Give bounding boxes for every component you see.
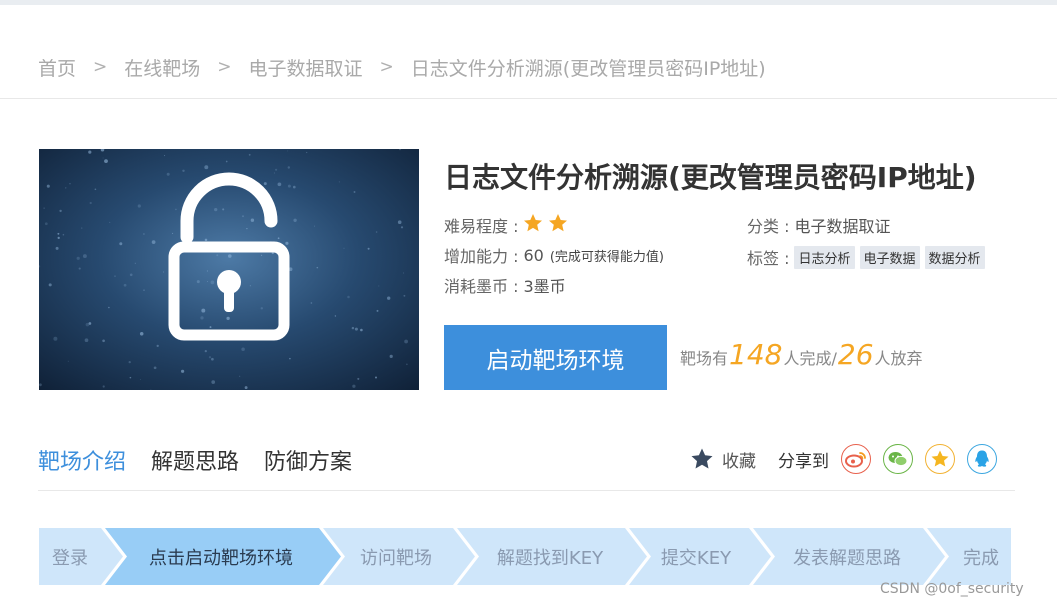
breadcrumb-current: 日志文件分析溯源(更改管理员密码IP地址): [410, 57, 766, 80]
content-tabs: 靶场介绍 解题思路 防御方案: [38, 444, 377, 476]
breadcrumb-home[interactable]: 首页: [38, 54, 76, 81]
wechat-icon[interactable]: [883, 444, 913, 474]
completion-stats: 靶场有 148 人完成/ 26 人放弃: [680, 338, 923, 378]
tag-item[interactable]: 日志分析: [794, 245, 855, 269]
difficulty-label: 难易程度 :: [444, 217, 519, 236]
difficulty-stars: [518, 213, 568, 237]
step-login: 登录: [52, 547, 88, 569]
share-actions: 收藏 分享到: [690, 440, 999, 478]
tags-row: 标签 : 日志分析 电子数据 数据分析: [747, 245, 985, 269]
ability-note: (完成可获得能力值): [549, 249, 664, 265]
difficulty-row: 难易程度 :: [444, 213, 568, 237]
category-row: 分类 : 电子数据取证: [747, 213, 891, 237]
weibo-icon[interactable]: [841, 444, 871, 474]
breadcrumb-category[interactable]: 电子数据取证: [249, 54, 363, 81]
completed-count: 148: [729, 338, 783, 371]
step-post-solution: 发表解题思路: [793, 547, 901, 569]
stats-prefix: 靶场有: [680, 349, 729, 368]
star-icon: [691, 448, 713, 469]
difficulty-star-icon: [549, 214, 568, 232]
tag-item[interactable]: 数据分析: [924, 245, 985, 269]
favorite-label: 收藏: [722, 451, 756, 472]
csdn-watermark: CSDN @0of_security: [880, 581, 1024, 597]
tab-solution-ideas[interactable]: 解题思路: [151, 444, 239, 476]
cost-value: 3墨币: [523, 277, 566, 296]
category-value: 电子数据取证: [794, 217, 891, 236]
breadcrumb: 首页 > 在线靶场 > 电子数据取证 > 日志文件分析溯源(更改管理员密码IP地…: [38, 52, 766, 82]
qzone-icon[interactable]: [925, 444, 955, 474]
breadcrumb-online-range[interactable]: 在线靶场: [124, 54, 200, 81]
share-label: 分享到: [778, 451, 829, 472]
difficulty-star-icon: [524, 214, 543, 232]
padlock-cover-illustration: [39, 149, 419, 390]
start-range-button[interactable]: 启动靶场环境: [444, 325, 667, 390]
favorite-button[interactable]: 收藏: [690, 447, 756, 472]
category-label: 分类 :: [747, 217, 790, 236]
breadcrumb-separator: >: [93, 57, 108, 77]
breadcrumb-divider: [0, 98, 1057, 99]
challenge-title: 日志文件分析溯源(更改管理员密码IP地址): [444, 161, 977, 194]
breadcrumb-separator: >: [379, 57, 394, 77]
cost-label: 消耗墨币 :: [444, 277, 519, 296]
tab-introduction[interactable]: 靶场介绍: [38, 444, 126, 476]
qq-icon[interactable]: [967, 444, 997, 474]
tags-label: 标签 :: [747, 249, 790, 268]
tab-defense-plan[interactable]: 防御方案: [264, 444, 352, 476]
ability-value: 60: [523, 245, 544, 265]
ability-row: 增加能力 : 60 (完成可获得能力值): [444, 243, 664, 267]
step-visit-range: 访问靶场: [360, 547, 432, 569]
abandoned-suffix: 人放弃: [874, 349, 923, 368]
step-start-range: 点击启动靶场环境: [149, 547, 293, 569]
progress-steps: 登录 点击启动靶场环境 访问靶场 解题找到KEY 提交KEY 发表解题思路 完成: [39, 528, 1011, 585]
step-complete: 完成: [963, 547, 999, 569]
tabs-divider: [38, 490, 1015, 491]
challenge-cover-image: [39, 149, 419, 390]
tag-item[interactable]: 电子数据: [859, 245, 920, 269]
step-submit-key: 提交KEY: [660, 547, 732, 569]
ability-label: 增加能力 :: [444, 247, 519, 266]
abandoned-count: 26: [837, 338, 874, 371]
top-border: [0, 0, 1057, 5]
cost-row: 消耗墨币 : 3墨币: [444, 273, 566, 297]
completed-suffix: 人完成/: [783, 349, 837, 368]
step-find-key: 解题找到KEY: [496, 547, 604, 569]
breadcrumb-separator: >: [217, 57, 232, 77]
